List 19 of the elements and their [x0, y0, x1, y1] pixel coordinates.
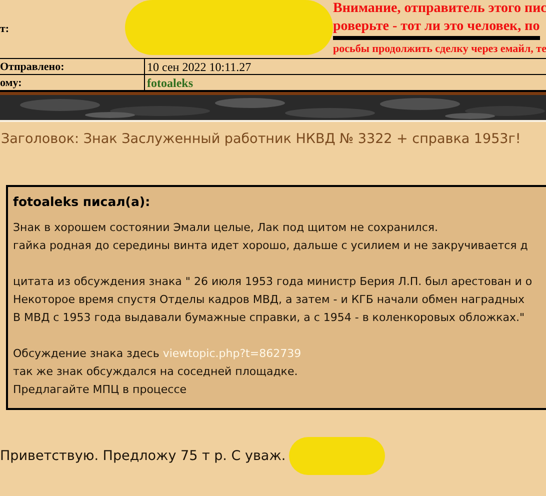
warning-text: росьбы продолжить сделку через емайл, те	[333, 42, 546, 56]
subject-heading: Заголовок: Знак Заслуженный работник НКВД № 3322 + справка 1953г!	[0, 130, 522, 149]
quote-text: так же знак обсуждался на соседней площадке.	[13, 364, 298, 380]
quote-text: гайка родная до середины винта идет хорошо, дальше с усилием и не закручивается д	[13, 238, 528, 254]
field-label: Отправлено:	[0, 60, 64, 74]
warning-text: роверьте - тот ли это человек, по	[333, 18, 540, 40]
field-label: т:	[0, 22, 10, 37]
reply-text: Приветствую. Предложу 75 т р. С уваж.	[0, 447, 286, 466]
sent-date: 10 сен 2022 10:11.27	[147, 60, 252, 74]
quote-text: Знак в хорошем состоянии Эмали целые, Лак под щитом не сохранился.	[13, 220, 438, 236]
quote-text: Обсуждение знака здесь viewtopic.php?t=862739	[13, 346, 302, 362]
quote-text: Предлагайте МПЦ в процессе	[13, 382, 187, 398]
topic-link[interactable]: viewtopic.php?t=862739	[162, 347, 302, 360]
quote-author: fotoaleks писал(а):	[13, 193, 150, 212]
field-label: ому:	[0, 76, 22, 90]
quote-text: Некоторое время спустя Отделы кадров МВД, а затем - и КГБ начали обмен наградных	[13, 292, 524, 308]
recipient-name: fotoaleks	[147, 76, 193, 90]
quote-text: В МВД с 1953 года выдавали бумажные справки, а с 1954 - в коленкоровых обложках."	[13, 310, 525, 326]
quote-text: цитата из обсуждения знака " 26 июля 1953 года министр Берия Л.П. был арестован и о	[13, 274, 532, 290]
